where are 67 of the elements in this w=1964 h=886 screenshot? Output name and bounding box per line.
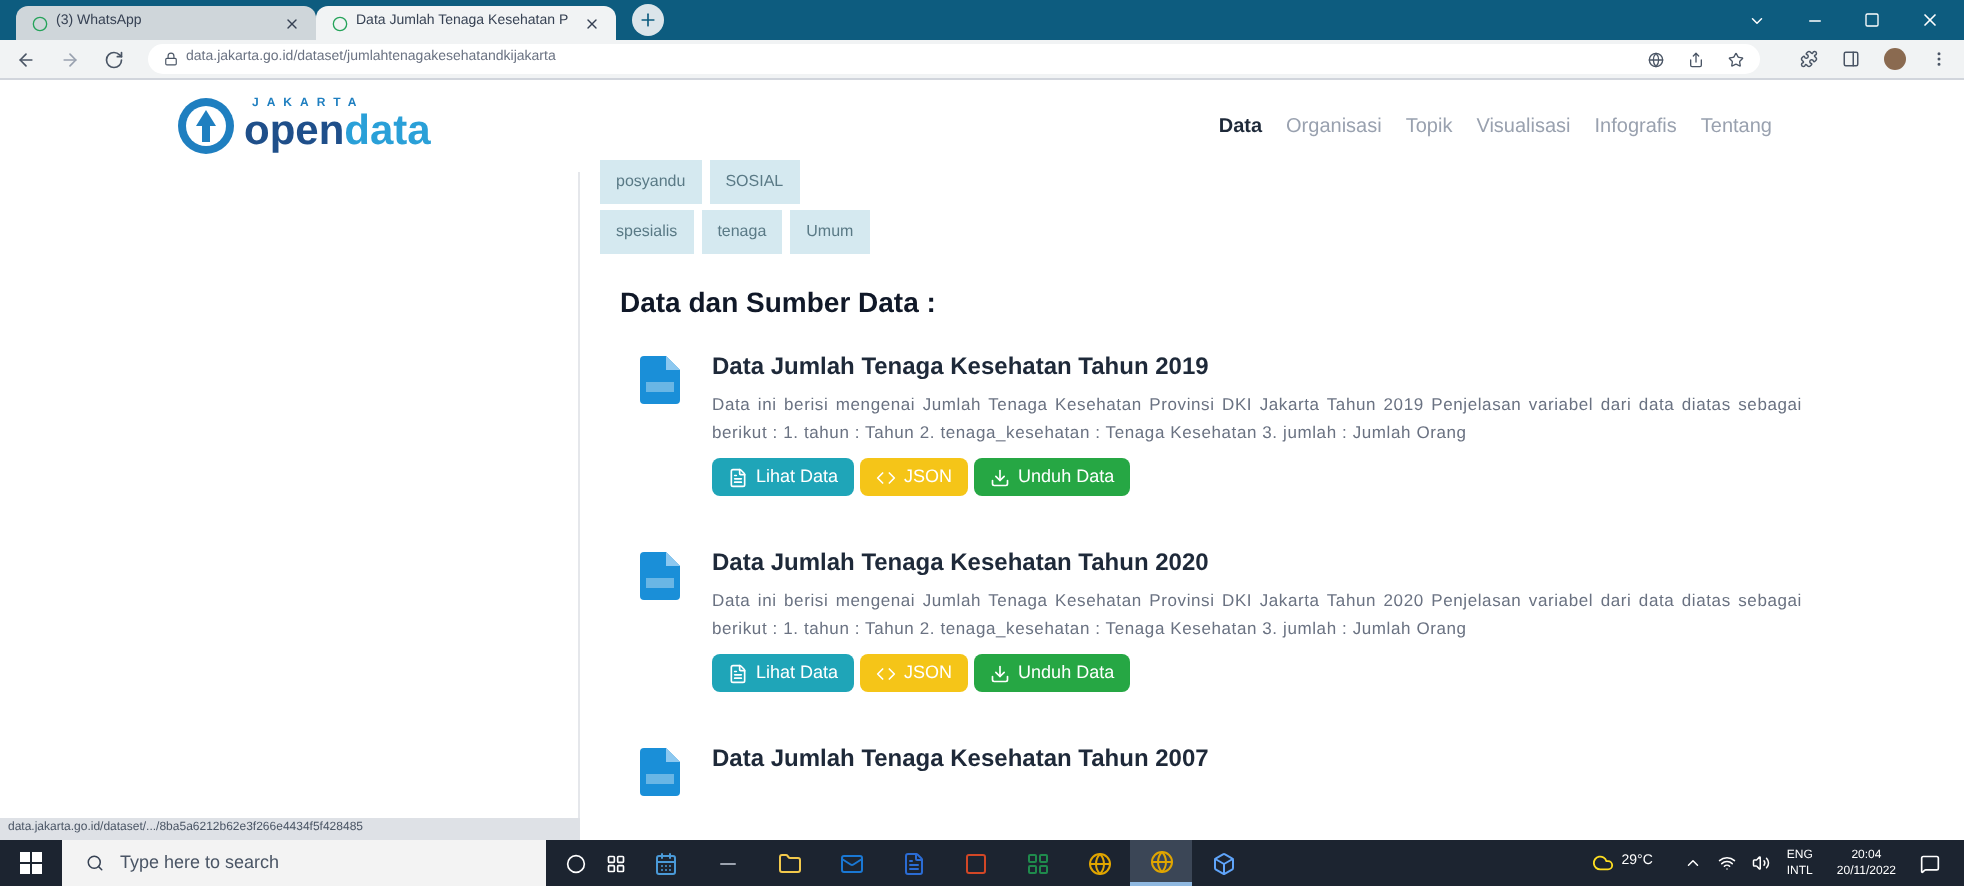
close-icon[interactable] [284, 15, 300, 31]
section-heading: Data dan Sumber Data : [620, 284, 938, 322]
document-icon [728, 663, 748, 683]
view-data-button[interactable]: Lihat Data [712, 458, 855, 496]
maximize-icon[interactable] [1864, 12, 1880, 28]
dataset-description: Data ini berisi mengenai Jumlah Tenaga Kesehatan Provinsi DKI Jakarta Tahun 2020 Penjelasan variabel dari data diatas sebagai berikut : 1. tahun : Tahun 2. tenaga_kesehatan : Tenaga Kesehatan 3. jumlah : Jumlah Orang [712, 588, 1802, 642]
download-button[interactable]: Unduh Data [974, 654, 1131, 692]
tag[interactable]: Umum [790, 210, 870, 254]
reload-icon[interactable] [104, 49, 124, 69]
dataset-title[interactable]: Data Jumlah Tenaga Kesehatan Tahun 2019 [712, 348, 1802, 384]
nav-link[interactable]: Tentang [1700, 111, 1772, 141]
task-view-icon[interactable] [606, 853, 626, 873]
tab-favicon-icon [32, 15, 48, 31]
windows-start-icon[interactable] [20, 852, 42, 874]
close-icon[interactable] [584, 15, 600, 31]
volume-icon[interactable] [1752, 854, 1771, 872]
browser-icon [1087, 851, 1111, 875]
logo-emblem-icon [176, 96, 236, 156]
view-data-button[interactable]: Lihat Data [712, 654, 855, 692]
download-button[interactable]: Unduh Data [974, 458, 1131, 496]
folder-icon [777, 851, 801, 875]
download-icon [990, 467, 1011, 487]
plus-icon [638, 10, 658, 30]
nav-link[interactable]: Topik [1405, 111, 1453, 141]
nav-link[interactable]: Organisasi [1286, 111, 1382, 141]
taskbar-search-field[interactable]: Type here to search [62, 840, 546, 886]
search-icon [86, 854, 104, 872]
close-icon[interactable] [1920, 10, 1940, 30]
dataset-title[interactable]: Data Jumlah Tenaga Kesehatan Tahun 2020 [712, 544, 1802, 580]
new-tab-button[interactable] [632, 4, 664, 36]
side-panel-icon[interactable] [1842, 50, 1860, 68]
nav-link[interactable]: Visualisasi [1476, 111, 1571, 141]
weather-icon[interactable] [1591, 852, 1614, 874]
document-icon [901, 851, 925, 875]
tag[interactable]: posyandu [600, 160, 702, 204]
profile-avatar[interactable] [1884, 48, 1906, 70]
dataset-title[interactable]: Data Jumlah Tenaga Kesehatan Tahun 2007 [712, 740, 1780, 776]
cortana-icon[interactable] [566, 853, 586, 873]
logo-wordmark: opendata [244, 110, 431, 154]
taskbar-app-button[interactable] [1130, 840, 1192, 886]
code-icon [876, 467, 897, 487]
lock-icon [164, 52, 178, 66]
nav-link[interactable]: Infografis [1594, 111, 1677, 141]
browser-icon [1149, 849, 1173, 873]
tab-favicon-icon [332, 15, 348, 31]
back-icon[interactable] [16, 49, 36, 69]
csv-file-icon [640, 552, 680, 600]
code-icon [876, 663, 897, 683]
tag[interactable]: SOSIAL [709, 160, 800, 204]
star-icon[interactable] [1728, 51, 1744, 67]
notifications-icon[interactable] [1920, 853, 1940, 873]
tag[interactable]: tenaga [701, 210, 783, 254]
mail-icon [839, 851, 863, 875]
chevron-up-icon[interactable] [1684, 854, 1703, 872]
network-icon[interactable] [1718, 854, 1737, 872]
calendar-icon [653, 851, 677, 875]
csv-file-icon [640, 356, 680, 404]
csv-file-icon [640, 748, 680, 796]
download-icon [990, 663, 1011, 683]
spreadsheet-icon [1025, 851, 1049, 875]
share-icon[interactable] [1688, 51, 1704, 67]
extensions-icon[interactable] [1800, 50, 1818, 68]
dataset-description: Data ini berisi mengenai Jumlah Tenaga Kesehatan Provinsi DKI Jakarta Tahun 2019 Penjelasan variabel dari data diatas sebagai berikut : 1. tahun : Tahun 2. tenaga_kesehatan : Tenaga Kesehatan 3. jumlah : Jumlah Orang [712, 392, 1802, 446]
nav-link[interactable]: Data [1218, 111, 1263, 141]
document-icon [728, 467, 748, 487]
app-icon [1211, 851, 1235, 875]
tag[interactable]: spesialis [600, 210, 694, 254]
